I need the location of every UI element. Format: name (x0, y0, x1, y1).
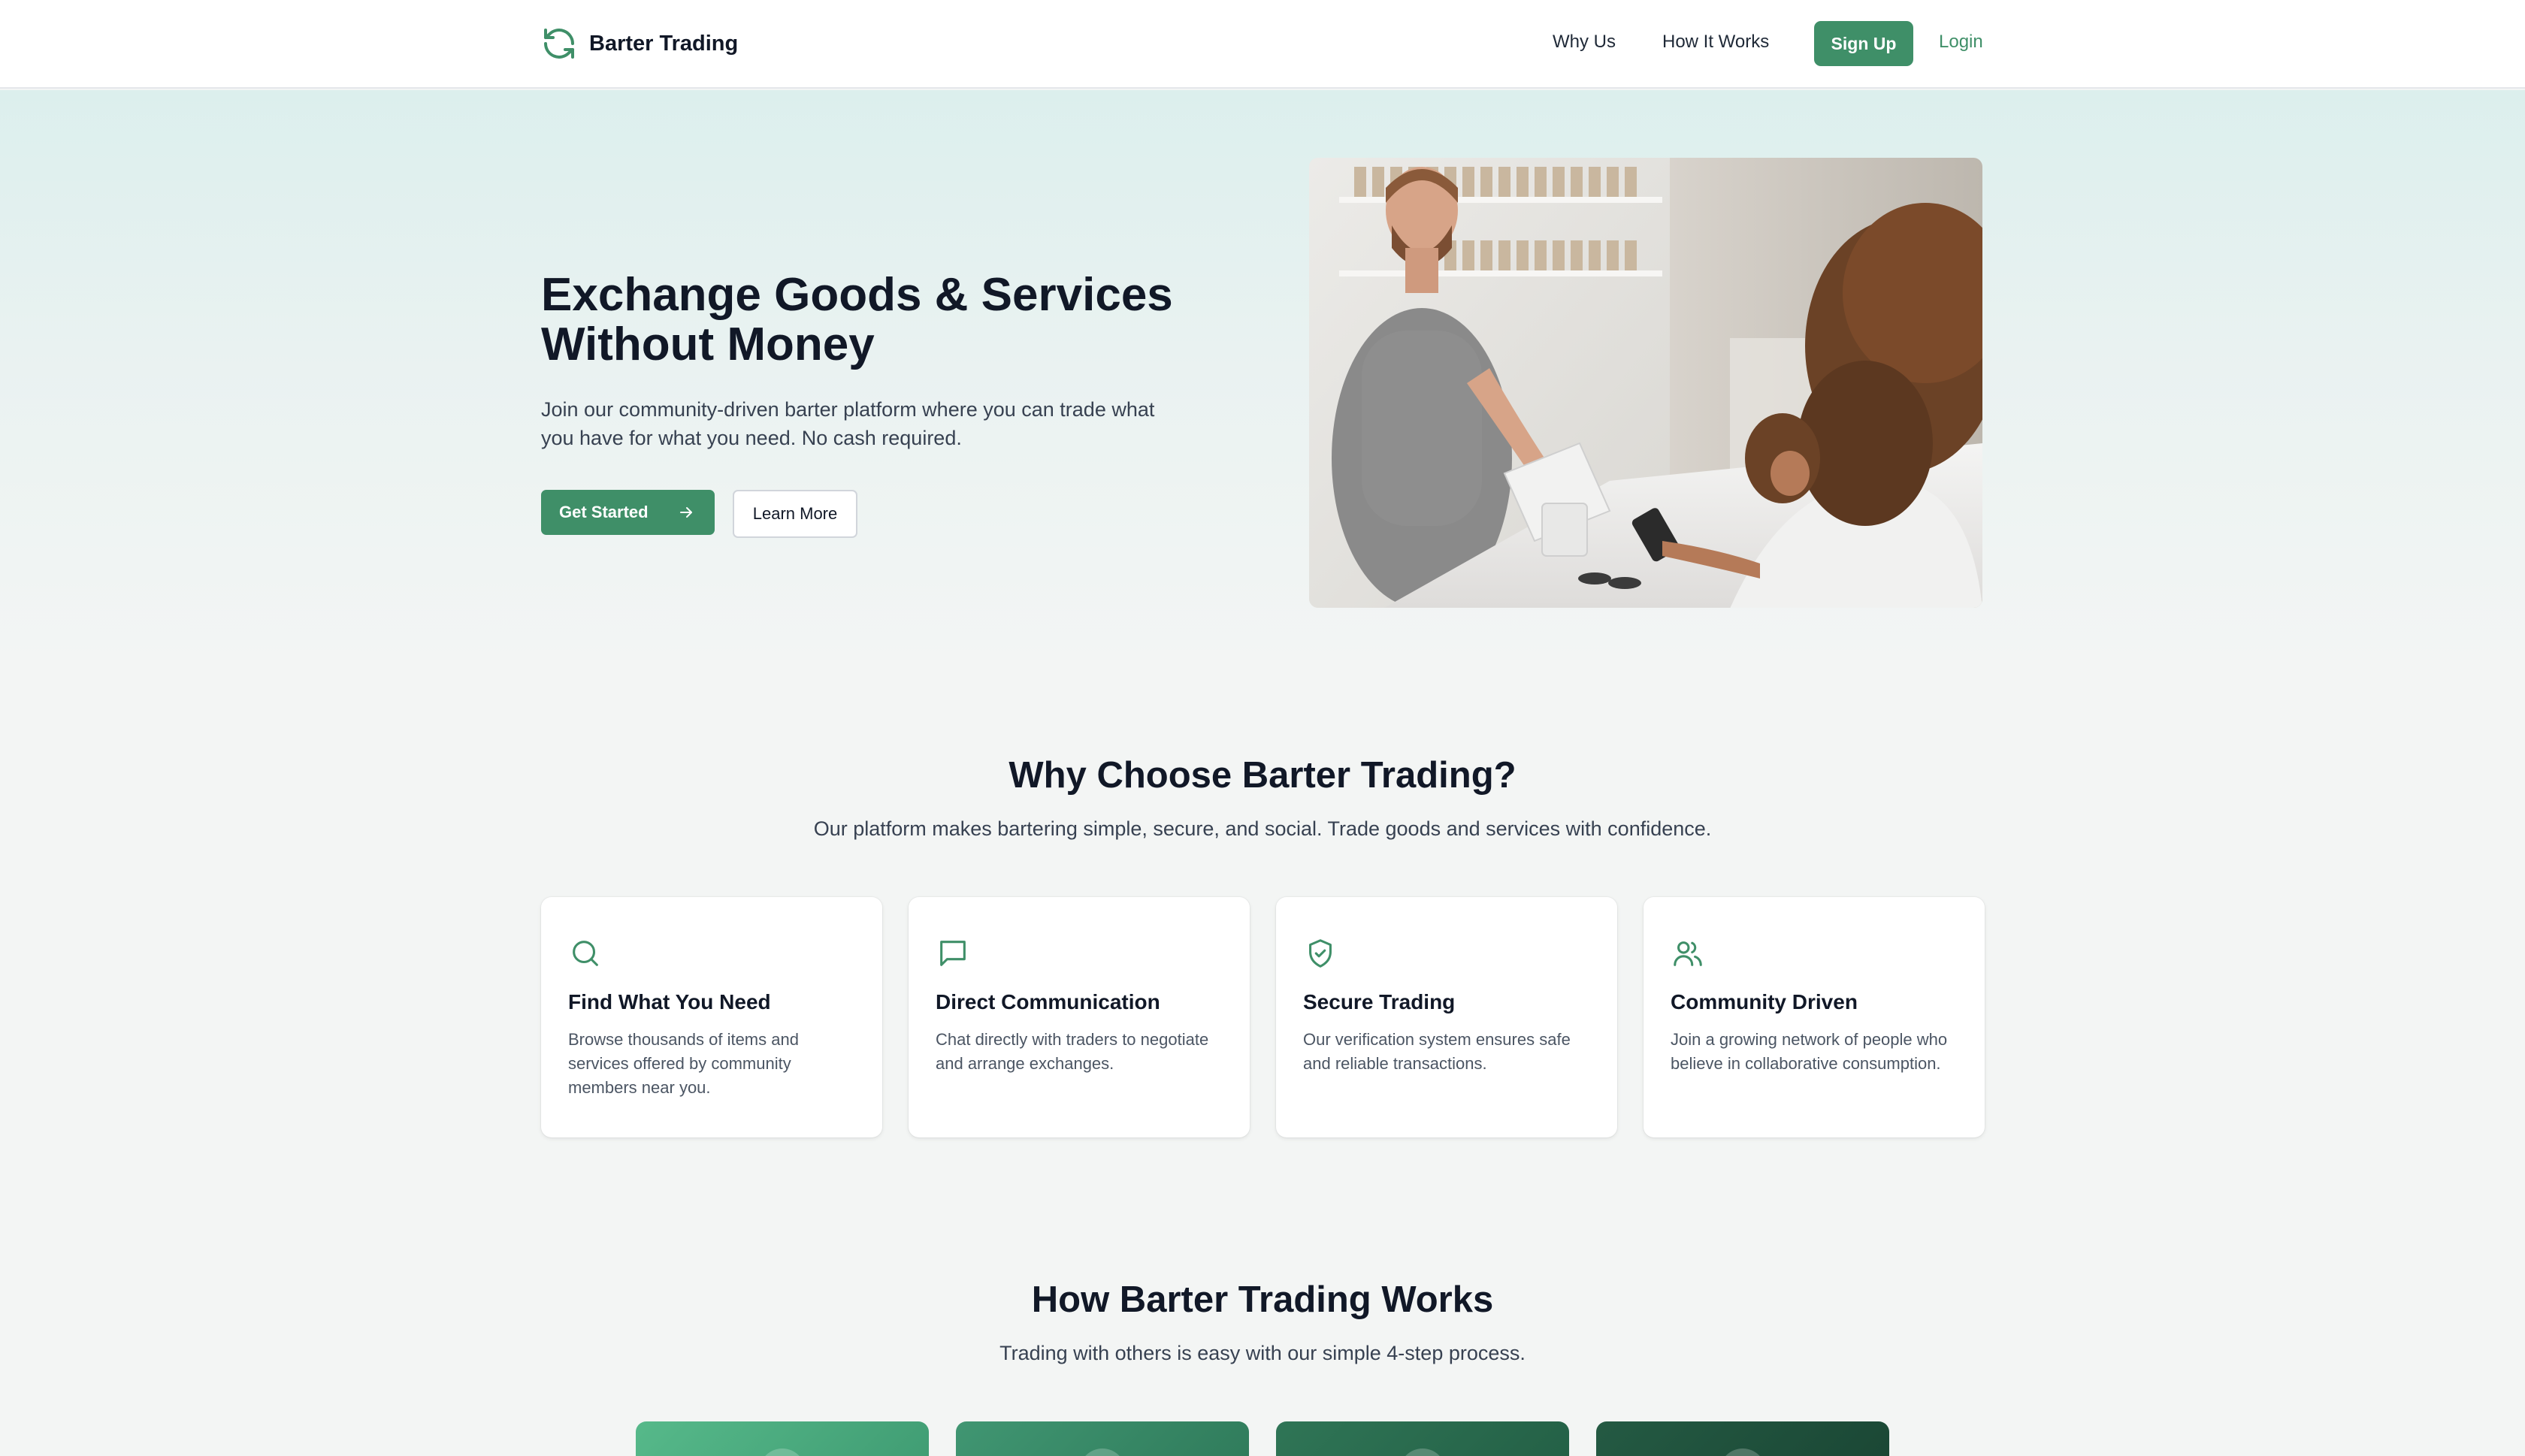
step-card-2 (956, 1421, 1249, 1456)
feature-description: Chat directly with traders to negotiate … (936, 1030, 1209, 1073)
step-card-4 (1596, 1421, 1889, 1456)
feature-description: Join a growing network of people who bel… (1671, 1030, 1948, 1073)
hero-title: Exchange Goods & Services Without Money (541, 269, 1173, 370)
feature-description: Our verification system ensures safe and… (1303, 1030, 1571, 1073)
step-icon-circle (1079, 1448, 1126, 1456)
step-card-1 (636, 1421, 929, 1456)
brand-name: Barter Trading (589, 31, 739, 56)
feature-title: Direct Communication (936, 990, 1160, 1013)
hero-photo (1309, 158, 1982, 608)
feature-card-secure: Secure Trading Our verification system e… (1276, 897, 1617, 1137)
users-icon (1674, 941, 1702, 966)
feature-title: Community Driven (1671, 990, 1858, 1013)
chat-bubble-icon (940, 941, 966, 966)
brand[interactable]: Barter Trading (541, 26, 738, 62)
feature-card-community: Community Driven Join a growing network … (1644, 897, 1985, 1137)
feature-card-communication: Direct Communication Chat directly with … (909, 897, 1250, 1137)
shield-check-icon (1309, 939, 1332, 968)
refresh-cycle-icon (544, 29, 574, 59)
nav-link-why-us[interactable]: Why Us (1553, 32, 1616, 53)
nav-link-how-it-works[interactable]: How It Works (1662, 32, 1769, 53)
feature-card-find: Find What You Need Browse thousands of i… (541, 897, 882, 1137)
how-section-title: How Barter Trading Works (1031, 1279, 1494, 1320)
how-section-subtitle: Trading with others is easy with our sim… (999, 1342, 1526, 1364)
feature-title: Find What You Need (568, 990, 771, 1013)
why-section-title: Why Choose Barter Trading? (1008, 755, 1517, 796)
top-navigation: Barter Trading Why Us How It Works Sign … (0, 0, 2525, 89)
get-started-button[interactable]: Get Started (541, 490, 715, 535)
hero-photo-illustration (1309, 158, 1982, 608)
step-icon-circle (759, 1448, 806, 1456)
feature-title: Secure Trading (1303, 990, 1456, 1013)
step-icon-circle (1399, 1448, 1446, 1456)
hero-section (0, 90, 2525, 661)
step-card-3 (1276, 1421, 1569, 1456)
login-link[interactable]: Login (1939, 32, 1983, 53)
learn-more-button[interactable]: Learn More (733, 490, 857, 538)
sign-up-button[interactable]: Sign Up (1814, 21, 1913, 66)
feature-description: Browse thousands of items and services o… (568, 1030, 799, 1097)
why-section-subtitle: Our platform makes bartering simple, sec… (813, 817, 1712, 840)
search-icon (573, 941, 598, 966)
hero-description: Join our community-driven barter platfor… (541, 398, 1155, 449)
step-icon-circle (1719, 1448, 1766, 1456)
get-started-label: Get Started (559, 503, 649, 521)
arrow-right-icon (680, 507, 692, 518)
